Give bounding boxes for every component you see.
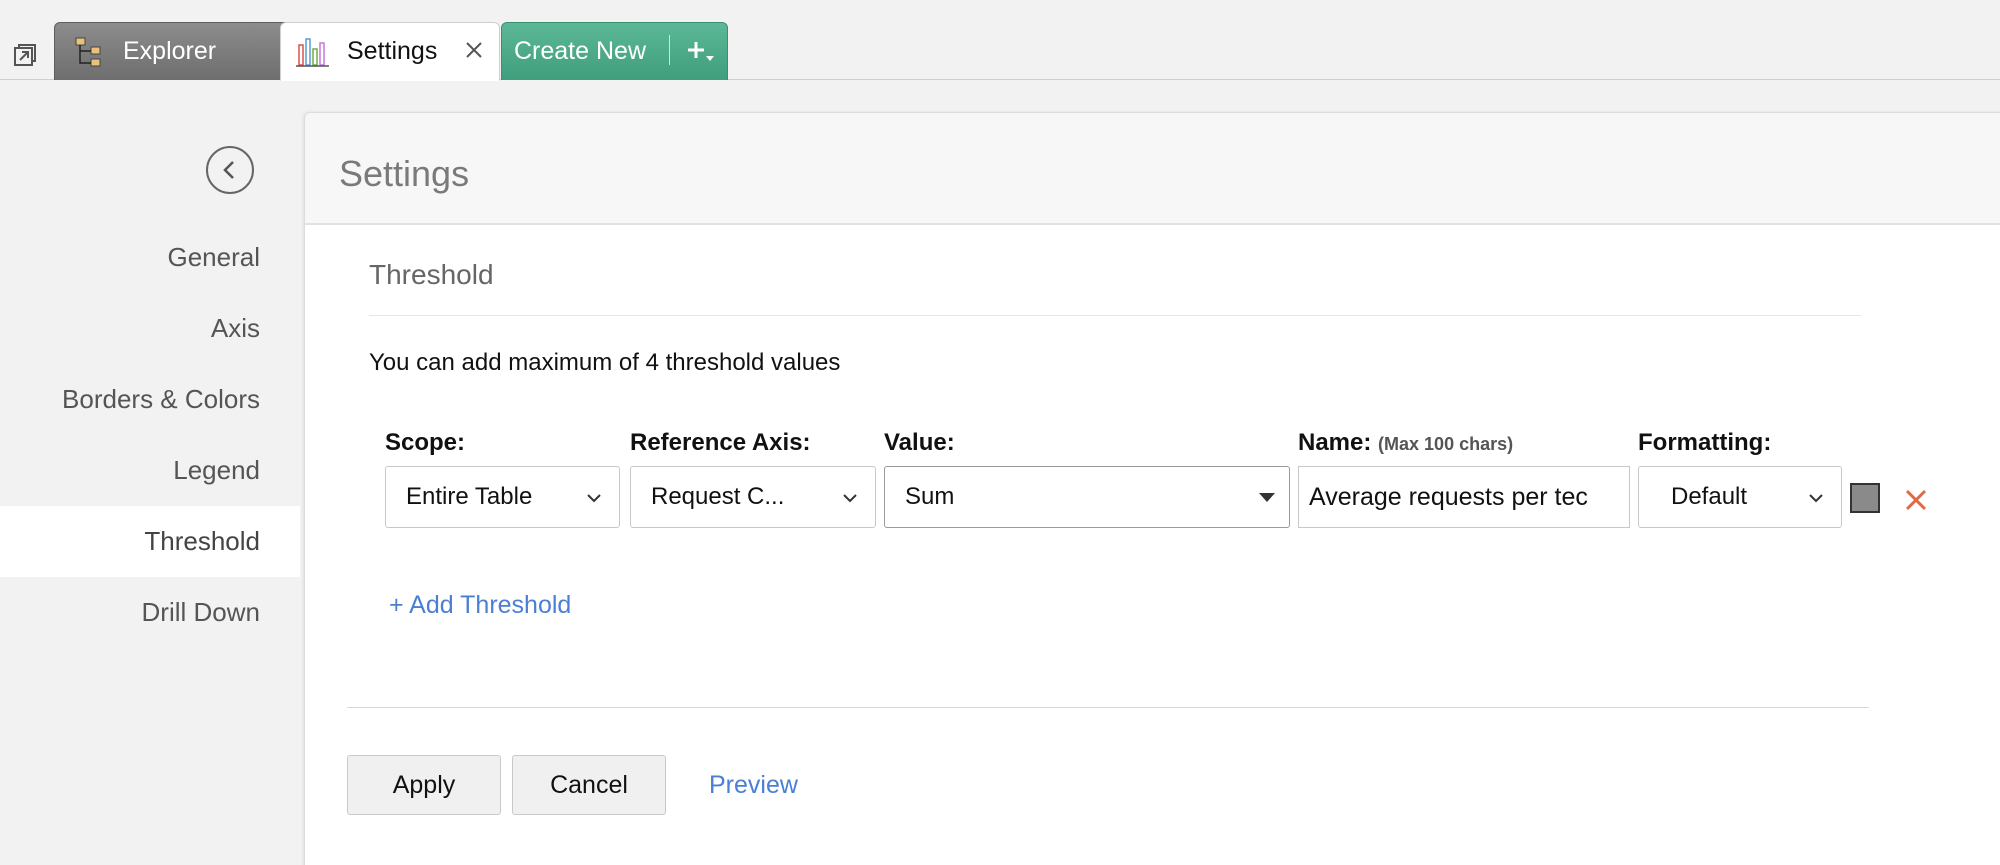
- settings-sidebar: General Axis Borders & Colors Legend Thr…: [0, 222, 300, 648]
- section-divider: [369, 315, 1861, 316]
- tab-bar: Explorer Settings Create New: [0, 0, 2000, 81]
- sidebar-item-drill-down[interactable]: Drill Down: [0, 577, 300, 648]
- hierarchy-icon: [75, 37, 101, 66]
- remove-threshold-icon[interactable]: [1903, 487, 1929, 513]
- page-title: Settings: [339, 153, 470, 194]
- create-new-label: Create New: [514, 37, 646, 65]
- tab-settings[interactable]: Settings: [280, 22, 500, 81]
- reference-axis-select[interactable]: Request C...: [630, 466, 876, 528]
- threshold-info-text: You can add maximum of 4 threshold value…: [369, 349, 841, 376]
- close-tab-icon[interactable]: [463, 39, 485, 61]
- name-label-text: Name:: [1298, 429, 1372, 456]
- cancel-button[interactable]: Cancel: [512, 755, 666, 815]
- reference-axis-select-value: Request C...: [651, 483, 785, 510]
- add-threshold-link[interactable]: + Add Threshold: [389, 591, 571, 620]
- bar-chart-icon: [296, 37, 329, 67]
- sidebar-item-general[interactable]: General: [0, 222, 300, 293]
- scope-label: Scope:: [385, 429, 466, 456]
- tab-settings-label: Settings: [347, 37, 438, 65]
- plus-dropdown-icon[interactable]: [686, 37, 716, 67]
- threshold-name-input[interactable]: [1298, 466, 1630, 528]
- sidebar-item-axis[interactable]: Axis: [0, 293, 300, 364]
- settings-panel: Settings Threshold You can add maximum o…: [304, 112, 2000, 865]
- restore-window-icon[interactable]: [12, 42, 38, 68]
- scope-select-value: Entire Table: [406, 483, 533, 510]
- sidebar-item-threshold[interactable]: Threshold: [0, 506, 300, 577]
- formatting-select-value: Default: [1671, 483, 1748, 510]
- section-title: Threshold: [369, 259, 494, 290]
- footer-divider: [347, 707, 1869, 708]
- panel-header: [305, 113, 2000, 225]
- create-new-button[interactable]: Create New: [501, 22, 728, 80]
- threshold-color-swatch[interactable]: [1850, 483, 1880, 513]
- value-label: Value:: [884, 429, 955, 456]
- reference-axis-label: Reference Axis:: [630, 429, 811, 456]
- formatting-select[interactable]: Default: [1638, 466, 1842, 528]
- name-label: Name: (Max 100 chars): [1298, 429, 1513, 457]
- chevron-down-icon: [843, 494, 857, 503]
- caret-down-icon: [1259, 493, 1275, 502]
- create-new-divider: [669, 35, 670, 65]
- sidebar-item-legend[interactable]: Legend: [0, 435, 300, 506]
- value-select-value: Sum: [905, 483, 955, 510]
- sidebar-item-borders-colors[interactable]: Borders & Colors: [0, 364, 300, 435]
- tab-explorer[interactable]: Explorer: [54, 22, 312, 80]
- tab-explorer-label: Explorer: [123, 37, 217, 65]
- value-select[interactable]: Sum: [884, 466, 1290, 528]
- chevron-down-icon: [587, 494, 601, 503]
- name-hint: (Max 100 chars): [1378, 434, 1514, 454]
- formatting-label: Formatting:: [1638, 429, 1772, 456]
- back-button[interactable]: [206, 146, 254, 194]
- preview-link[interactable]: Preview: [709, 771, 798, 800]
- chevron-down-icon: [1809, 494, 1823, 503]
- chevron-left-icon: [223, 161, 234, 179]
- apply-button[interactable]: Apply: [347, 755, 501, 815]
- scope-select[interactable]: Entire Table: [385, 466, 620, 528]
